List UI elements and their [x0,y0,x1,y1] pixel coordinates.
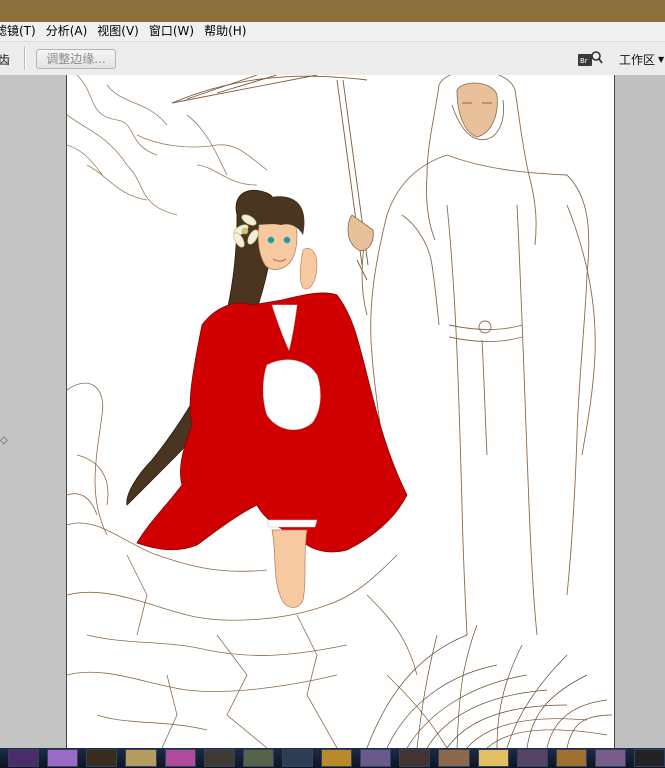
taskbar-thumbnail[interactable] [281,749,313,767]
taskbar [0,748,665,768]
girl-hem-fringe [266,519,318,528]
menu-help[interactable]: 帮助(H) [199,22,251,41]
girl-right-eye [283,236,291,244]
girl-kimono [136,292,408,553]
man-hand [347,214,374,251]
right-panel-area [613,75,665,748]
taskbar-thumbnail[interactable] [125,749,157,767]
tool-options-bar: 齿 调整边缘... Br 工作区 ▼ [0,42,665,76]
tool-panel: ◇ [0,75,66,748]
taskbar-thumbnail[interactable] [360,749,392,767]
foliage-lineart [67,75,268,216]
taskbar-thumbnail[interactable] [164,749,196,767]
taskbar-thumbnail[interactable] [47,749,79,767]
anti-alias-label: 齿 [0,53,11,67]
taskbar-thumbnail[interactable] [516,749,548,767]
girl-white-sleeve [262,359,321,430]
taskbar-thumbnail[interactable] [399,749,431,767]
taskbar-thumbnail[interactable] [477,749,509,767]
taskbar-thumbnail[interactable] [634,749,665,767]
chevron-down-icon: ▼ [658,55,665,64]
refine-edge-button[interactable]: 调整边缘... [36,49,116,69]
menu-window[interactable]: 窗口(W) [144,22,199,41]
taskbar-thumbnail[interactable] [86,749,118,767]
man-face [456,82,498,138]
taskbar-thumbnail[interactable] [321,749,353,767]
window-title-bar [0,0,665,22]
grass-lineart [366,624,613,748]
girl-feet [271,529,308,608]
girl-left-eye [267,236,275,244]
taskbar-thumbnail[interactable] [594,749,626,767]
taskbar-thumbnail[interactable] [8,749,40,767]
taskbar-thumbnail[interactable] [203,749,235,767]
girl-hand [299,247,318,290]
document-canvas[interactable] [66,75,615,748]
taskbar-thumbnail[interactable] [242,749,274,767]
man-lineart [361,75,596,636]
menu-view[interactable]: 视图(V) [92,22,144,41]
menu-bar: 滤镜(T) 分析(A) 视图(V) 窗口(W) 帮助(H) [0,22,665,42]
panel-collapse-icon[interactable]: ◇ [0,435,8,446]
taskbar-thumbnail[interactable] [555,749,587,767]
workspace-label: 工作区 [619,53,656,67]
illustration-artwork [67,75,613,748]
options-divider [24,47,25,70]
taskbar-thumbnail[interactable] [438,749,470,767]
menu-filter[interactable]: 滤镜(T) [0,22,41,41]
menu-analysis[interactable]: 分析(A) [41,22,93,41]
svg-text:Br: Br [580,57,588,65]
bridge-icon[interactable]: Br [577,50,603,68]
workspace-switcher[interactable]: 工作区 ▼ [619,51,664,68]
